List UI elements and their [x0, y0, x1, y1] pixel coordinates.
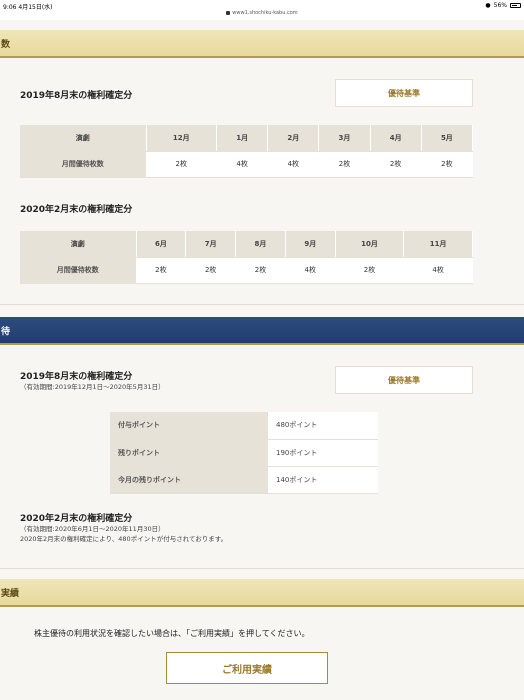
- table-cell: 2枚: [146, 151, 218, 178]
- usage-message: 株主優待の利用状況を確認したい場合は、「ご利用実績」を押してください。: [34, 629, 310, 638]
- table-cell: 2枚: [136, 257, 187, 284]
- section-banner-usage: 実績: [0, 579, 524, 607]
- section-banner-tickets: 数: [0, 30, 524, 58]
- ticket-block1-title: 2019年8月末の権利確定分: [20, 91, 133, 101]
- table-cell: 4枚: [403, 257, 473, 284]
- table-header: 演劇: [20, 125, 147, 152]
- points-label: 今月の残りポイント: [110, 466, 268, 494]
- address-url: www1.shochiku-kabu.com: [232, 10, 298, 16]
- table-row-label: 月間優待枚数: [20, 151, 147, 178]
- points-label: 付与ポイント: [110, 412, 268, 440]
- table-header: 9月: [285, 231, 336, 258]
- criteria-button[interactable]: 優待基準: [335, 366, 473, 394]
- table-cell: 2枚: [335, 257, 405, 284]
- battery-icon: [510, 3, 521, 8]
- table-cell: 2枚: [235, 257, 286, 284]
- table-cell: 4枚: [267, 151, 320, 178]
- points-label: 残りポイント: [110, 439, 268, 467]
- status-bar: 9:06 4月15日(水) www1.shochiku-kabu.com ● 5…: [0, 0, 524, 20]
- table-header: 1月: [216, 125, 269, 152]
- table-header: 5月: [421, 125, 474, 152]
- points-value: 190ポイント: [268, 439, 378, 467]
- table-header: 6月: [136, 231, 187, 258]
- usage-history-button[interactable]: ご利用実績: [166, 652, 328, 684]
- table-header: 8月: [235, 231, 286, 258]
- wave-pattern: [0, 30, 524, 56]
- table-cell: 4枚: [216, 151, 269, 178]
- address-bar[interactable]: www1.shochiku-kabu.com: [0, 10, 524, 16]
- table-header-row: 演劇 6月 7月 8月 9月 10月 11月: [20, 231, 473, 258]
- points-table: 付与ポイント 480ポイント 残りポイント 190ポイント 今月の残りポイント …: [110, 412, 378, 494]
- battery-percent: 56%: [493, 2, 507, 9]
- wave-pattern: [0, 317, 524, 343]
- points-value: 480ポイント: [268, 412, 378, 440]
- table-cell: 2枚: [185, 257, 237, 284]
- points-block2-note: 2020年2月末の権利確定により、480ポイントが付与されております。: [20, 535, 228, 543]
- section-banner-points: 待: [0, 317, 524, 345]
- wifi-icon: ●: [485, 2, 491, 9]
- table-row: 残りポイント 190ポイント: [110, 439, 378, 467]
- table-row: 今月の残りポイント 140ポイント: [110, 466, 378, 494]
- status-right: ● 56%: [485, 2, 521, 9]
- ticket-table-1: 演劇 12月 1月 2月 3月 4月 5月 月間優待枚数 2枚 4枚 4枚 2枚…: [20, 125, 474, 178]
- points-value: 140ポイント: [268, 466, 378, 494]
- table-header: 4月: [370, 125, 422, 152]
- table-cell: 4枚: [285, 257, 336, 284]
- ticket-block2-title: 2020年2月末の権利確定分: [20, 205, 133, 215]
- table-header: 演劇: [20, 231, 137, 258]
- table-header: 10月: [335, 231, 405, 258]
- table-row: 付与ポイント 480ポイント: [110, 412, 378, 440]
- table-row-label: 月間優待枚数: [20, 257, 137, 284]
- criteria-button[interactable]: 優待基準: [335, 79, 473, 107]
- divider: [0, 568, 524, 569]
- table-cell: 2枚: [318, 151, 371, 178]
- table-header: 2月: [267, 125, 320, 152]
- table-row: 月間優待枚数 2枚 4枚 4枚 2枚 2枚 2枚: [20, 151, 474, 178]
- table-header: 7月: [185, 231, 237, 258]
- table-row: 月間優待枚数 2枚 2枚 2枚 4枚 2枚 4枚: [20, 257, 473, 284]
- wave-pattern: [0, 579, 524, 605]
- lock-icon: [226, 10, 231, 15]
- table-cell: 2枚: [421, 151, 474, 178]
- table-header: 12月: [146, 125, 218, 152]
- ticket-table-2: 演劇 6月 7月 8月 9月 10月 11月 月間優待枚数 2枚 2枚 2枚 4…: [20, 231, 473, 284]
- table-header-row: 演劇 12月 1月 2月 3月 4月 5月: [20, 125, 474, 152]
- table-cell: 2枚: [370, 151, 422, 178]
- points-block2-period: （有効期間:2020年6月1日〜2020年11月30日）: [20, 525, 165, 533]
- points-block1-period: （有効期間:2019年12月1日〜2020年5月31日）: [20, 383, 165, 391]
- table-header: 3月: [318, 125, 371, 152]
- divider: [0, 304, 524, 305]
- table-header: 11月: [403, 231, 473, 258]
